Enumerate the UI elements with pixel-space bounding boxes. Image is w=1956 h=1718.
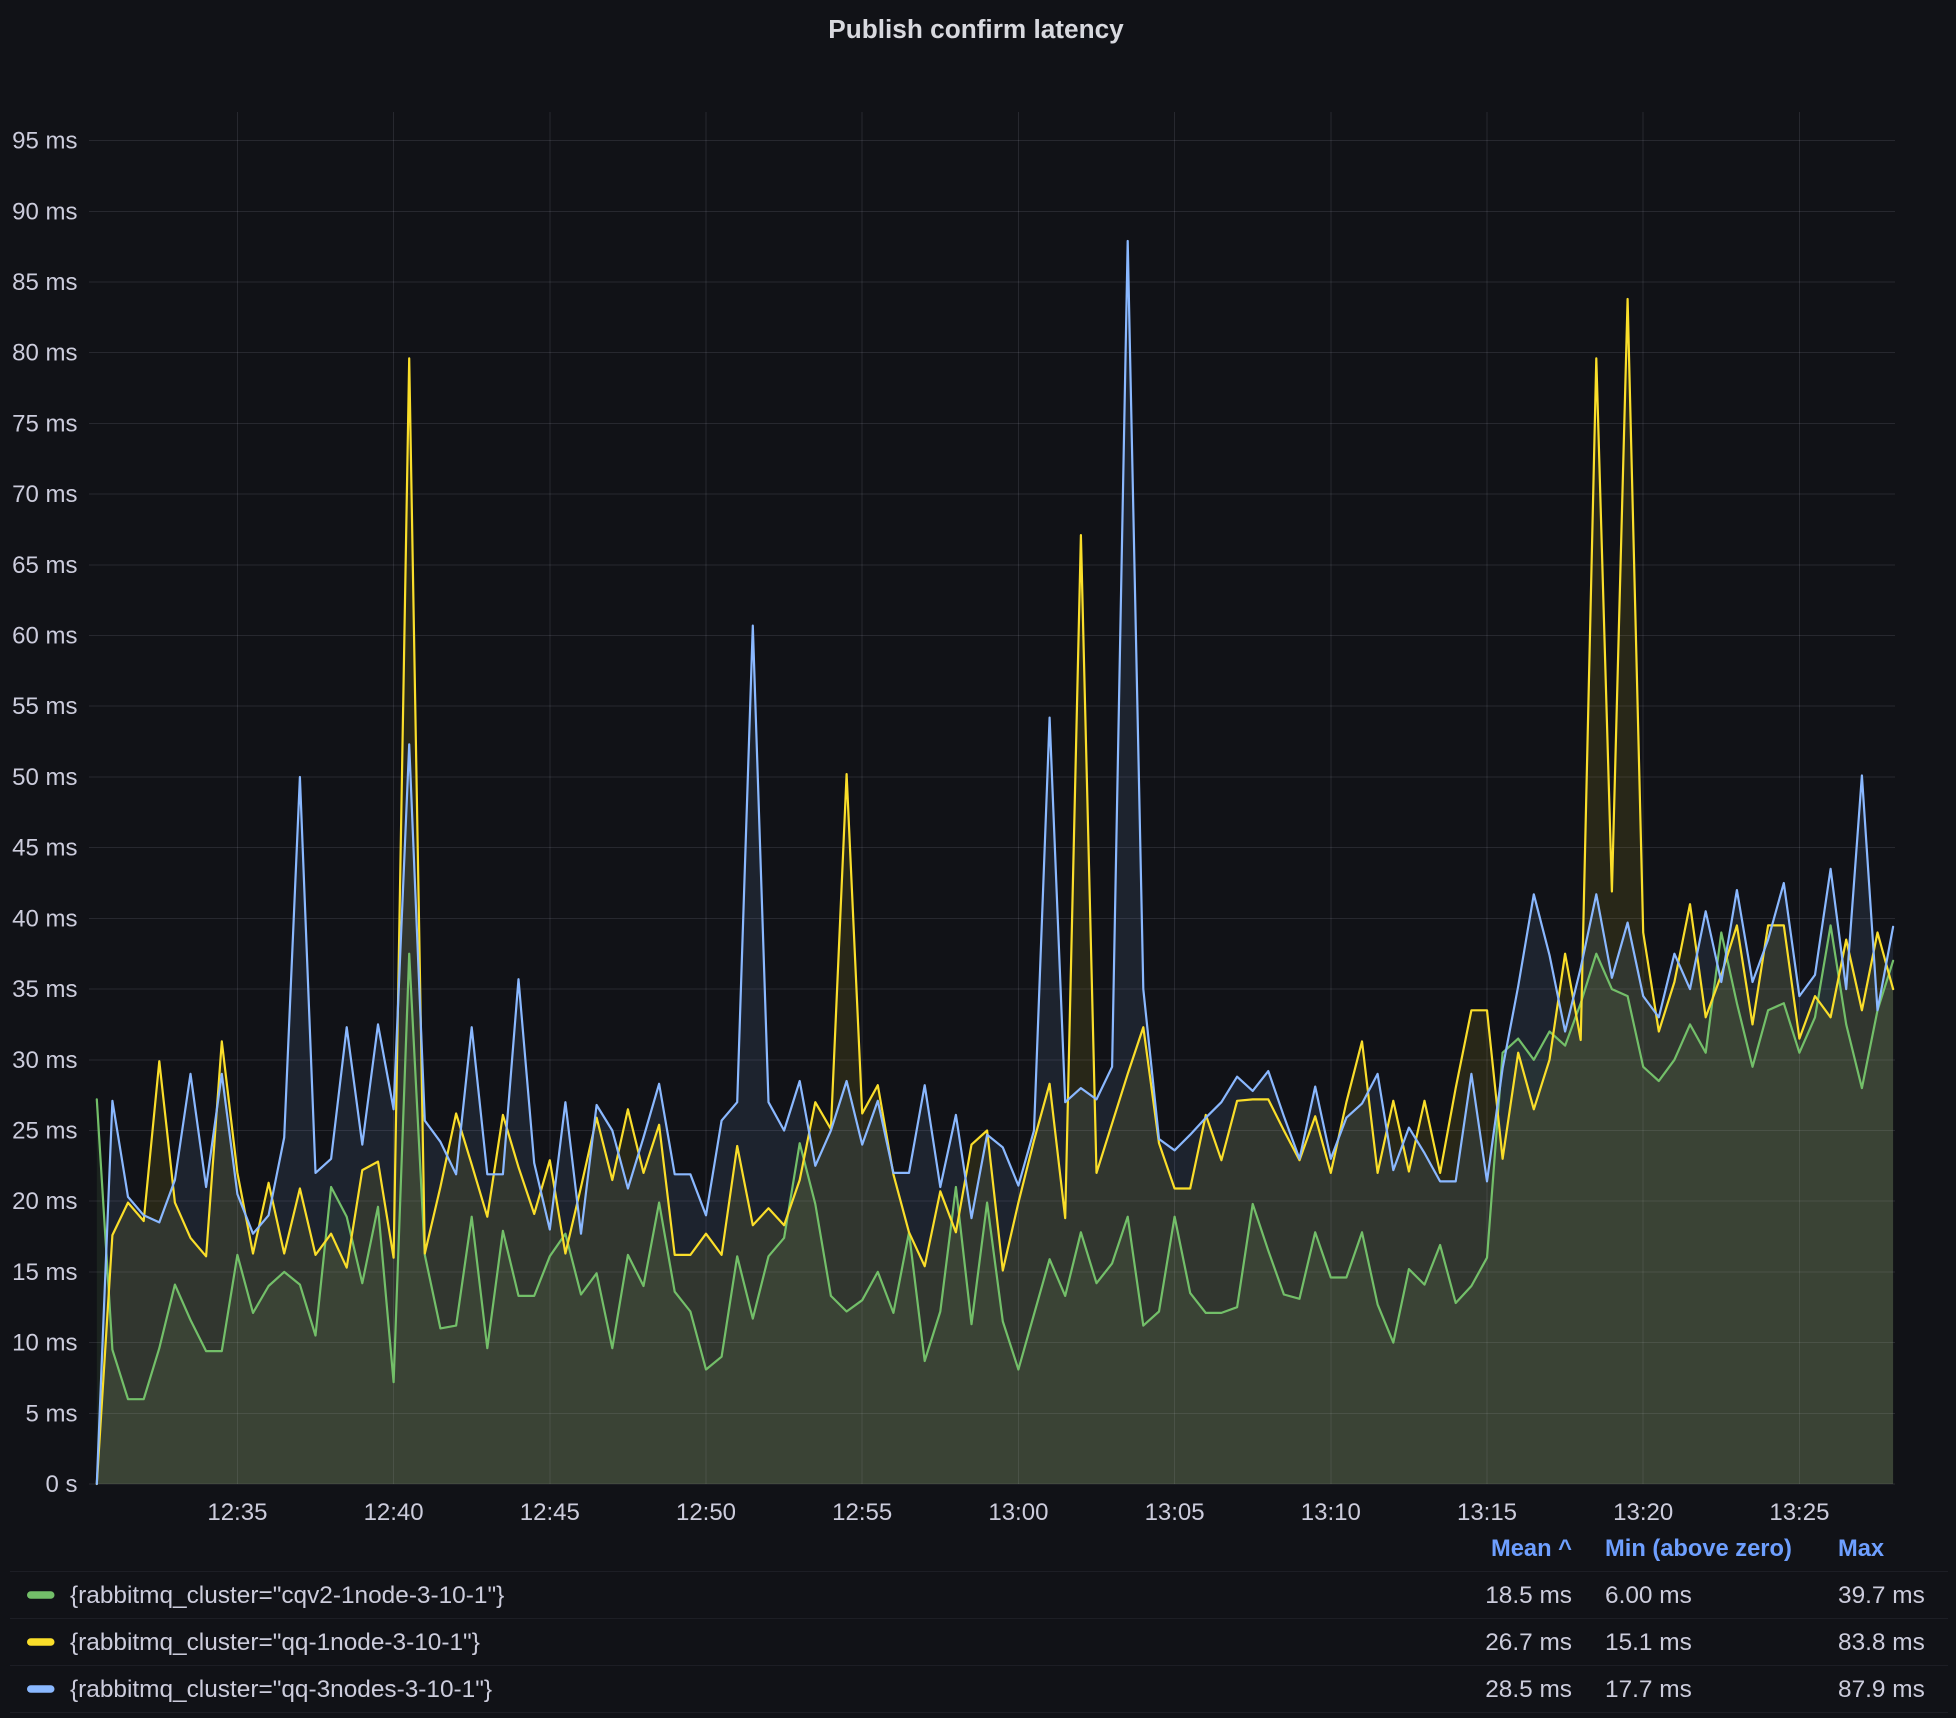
svg-text:12:55: 12:55 bbox=[832, 1499, 892, 1526]
svg-text:28.5 ms: 28.5 ms bbox=[1485, 1676, 1572, 1703]
svg-text:13:20: 13:20 bbox=[1613, 1499, 1673, 1526]
svg-text:Publish confirm latency: Publish confirm latency bbox=[828, 14, 1124, 44]
svg-text:25 ms: 25 ms bbox=[12, 1118, 77, 1145]
svg-text:75 ms: 75 ms bbox=[12, 410, 77, 437]
svg-text:0 s: 0 s bbox=[45, 1471, 77, 1498]
svg-text:{rabbitmq_cluster="qq-1node-3-: {rabbitmq_cluster="qq-1node-3-10-1"} bbox=[70, 1629, 480, 1656]
svg-text:50 ms: 50 ms bbox=[12, 764, 77, 791]
svg-text:{rabbitmq_cluster="qq-3nodes-3: {rabbitmq_cluster="qq-3nodes-3-10-1"} bbox=[70, 1676, 492, 1703]
svg-text:12:35: 12:35 bbox=[207, 1499, 267, 1526]
svg-text:Mean ^: Mean ^ bbox=[1491, 1536, 1572, 1562]
svg-text:20 ms: 20 ms bbox=[12, 1188, 77, 1215]
svg-text:87.9 ms: 87.9 ms bbox=[1838, 1676, 1925, 1703]
svg-text:13:05: 13:05 bbox=[1145, 1499, 1205, 1526]
svg-text:60 ms: 60 ms bbox=[12, 623, 77, 650]
svg-text:Max: Max bbox=[1838, 1536, 1884, 1562]
svg-text:10 ms: 10 ms bbox=[12, 1330, 77, 1357]
svg-text:55 ms: 55 ms bbox=[12, 693, 77, 720]
svg-text:85 ms: 85 ms bbox=[12, 269, 77, 296]
svg-text:45 ms: 45 ms bbox=[12, 835, 77, 862]
svg-text:83.8 ms: 83.8 ms bbox=[1838, 1629, 1925, 1656]
svg-text:13:25: 13:25 bbox=[1769, 1499, 1829, 1526]
svg-text:39.7 ms: 39.7 ms bbox=[1838, 1582, 1925, 1609]
svg-text:13:10: 13:10 bbox=[1301, 1499, 1361, 1526]
svg-text:6.00 ms: 6.00 ms bbox=[1605, 1582, 1692, 1609]
svg-text:15 ms: 15 ms bbox=[12, 1259, 77, 1286]
svg-text:12:45: 12:45 bbox=[520, 1499, 580, 1526]
svg-text:12:50: 12:50 bbox=[676, 1499, 736, 1526]
svg-text:13:15: 13:15 bbox=[1457, 1499, 1517, 1526]
svg-text:90 ms: 90 ms bbox=[12, 198, 77, 225]
svg-text:26.7 ms: 26.7 ms bbox=[1485, 1629, 1572, 1656]
svg-text:12:40: 12:40 bbox=[364, 1499, 424, 1526]
svg-text:40 ms: 40 ms bbox=[12, 905, 77, 932]
svg-text:17.7 ms: 17.7 ms bbox=[1605, 1676, 1692, 1703]
svg-text:70 ms: 70 ms bbox=[12, 481, 77, 508]
svg-text:35 ms: 35 ms bbox=[12, 976, 77, 1003]
svg-text:80 ms: 80 ms bbox=[12, 340, 77, 367]
svg-text:Min (above zero): Min (above zero) bbox=[1605, 1536, 1792, 1562]
svg-text:13:00: 13:00 bbox=[988, 1499, 1048, 1526]
svg-text:{rabbitmq_cluster="cqv2-1node-: {rabbitmq_cluster="cqv2-1node-3-10-1"} bbox=[70, 1582, 504, 1609]
svg-text:15.1 ms: 15.1 ms bbox=[1605, 1629, 1692, 1656]
svg-text:18.5 ms: 18.5 ms bbox=[1485, 1582, 1572, 1609]
svg-text:95 ms: 95 ms bbox=[12, 128, 77, 155]
svg-text:5 ms: 5 ms bbox=[25, 1400, 77, 1427]
svg-text:65 ms: 65 ms bbox=[12, 552, 77, 579]
svg-text:30 ms: 30 ms bbox=[12, 1047, 77, 1074]
